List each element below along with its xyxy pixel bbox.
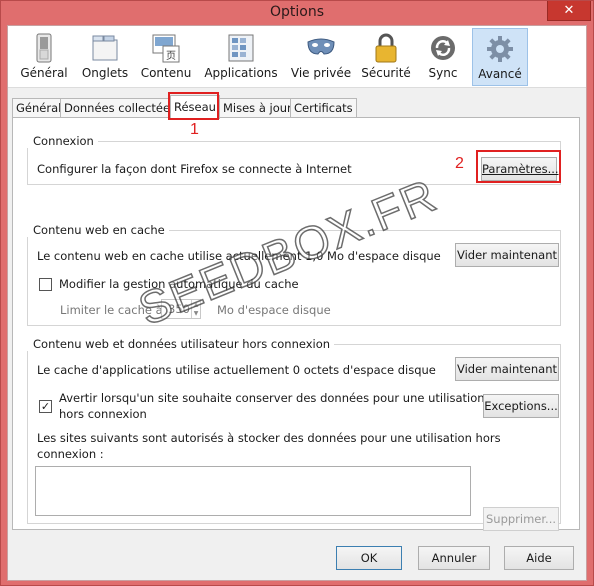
override-cache-checkbox[interactable]: [39, 278, 52, 291]
annotation-number-2: 2: [455, 155, 464, 172]
pane-tabs[interactable]: Onglets: [78, 28, 132, 86]
content-icon: 页: [152, 34, 180, 63]
pane-security[interactable]: Sécurité: [358, 28, 414, 86]
exceptions-button[interactable]: Exceptions...: [483, 394, 559, 418]
tab-data-collected[interactable]: Données collectées: [60, 98, 181, 118]
warn-offline-label-line2: hors connexion: [59, 407, 147, 421]
connection-title: Connexion: [27, 134, 98, 148]
switch-icon: [36, 33, 52, 63]
gear-icon: [487, 36, 513, 62]
clear-offline-button[interactable]: Vider maintenant: [455, 357, 559, 381]
options-window: Options ✕ Général Onglets 页 Contenu Appl…: [0, 0, 594, 586]
allowed-sites-label-line2: connexion :: [37, 447, 104, 461]
pane-advanced[interactable]: Avancé: [472, 28, 528, 86]
allowed-sites-list[interactable]: [35, 466, 471, 516]
offline-usage-text: Le cache d'applications utilise actuelle…: [37, 363, 436, 377]
annotation-box-settings: [476, 150, 561, 183]
pane-privacy[interactable]: Vie privée: [288, 28, 354, 86]
close-button[interactable]: ✕: [547, 1, 591, 21]
sync-icon: [431, 36, 455, 60]
cache-limit-unit: Mo d'espace disque: [217, 303, 331, 317]
tab-updates[interactable]: Mises à jour: [219, 98, 296, 118]
cache-title: Contenu web en cache: [27, 223, 169, 237]
padlock-icon: [375, 33, 397, 63]
tabs-icon: [92, 35, 118, 61]
pane-applications[interactable]: Applications: [204, 28, 278, 86]
pane-general[interactable]: Général: [14, 28, 74, 86]
pane-content[interactable]: 页 Contenu: [138, 28, 194, 86]
dialog-client: Général Onglets 页 Contenu Applications V…: [7, 25, 587, 581]
help-button[interactable]: Aide: [504, 546, 574, 570]
remove-site-button[interactable]: Supprimer...: [483, 507, 559, 531]
warn-offline-checkbox[interactable]: ✓: [39, 400, 52, 413]
applications-icon: [228, 34, 254, 62]
pane-sync[interactable]: Sync: [420, 28, 466, 86]
pane-toolbar: Général Onglets 页 Contenu Applications V…: [8, 26, 586, 88]
ok-button[interactable]: OK: [336, 546, 402, 570]
mask-icon: [307, 38, 335, 55]
svg-text:页: 页: [166, 50, 176, 62]
annotation-box-network-tab: [168, 92, 219, 120]
annotation-number-1: 1: [190, 121, 199, 138]
clear-cache-button[interactable]: Vider maintenant: [455, 243, 559, 267]
warn-offline-label-line1: Avertir lorsqu'un site souhaite conserve…: [59, 391, 485, 405]
connection-description: Configurer la façon dont Firefox se conn…: [37, 162, 352, 176]
offline-title: Contenu web et données utilisateur hors …: [27, 337, 335, 351]
tab-certificates[interactable]: Certificats: [290, 98, 357, 118]
window-title: Options: [269, 4, 325, 20]
tab-general[interactable]: Général: [12, 98, 66, 118]
allowed-sites-label-line1: Les sites suivants sont autorisés à stoc…: [37, 431, 501, 445]
cancel-button[interactable]: Annuler: [418, 546, 490, 570]
